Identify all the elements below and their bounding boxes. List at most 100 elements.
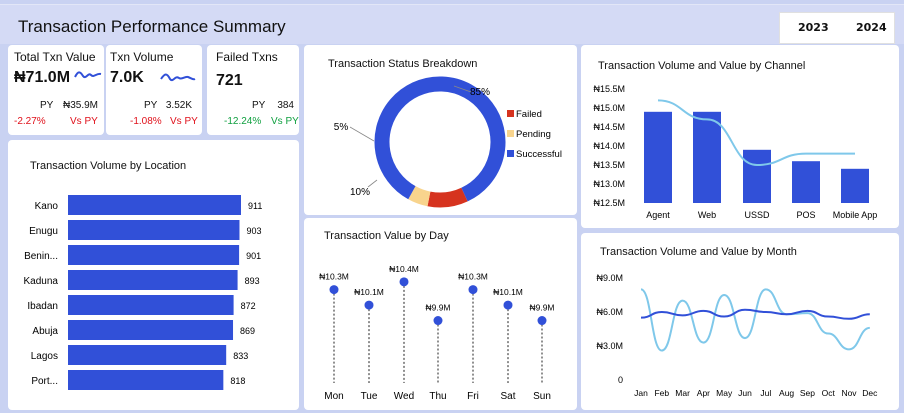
y-tick-label: ₦14.0M [593,141,625,151]
kpi-vs-label: Vs PY [170,116,198,127]
channel-chart-panel: Transaction Volume and Value by Channel … [581,45,899,228]
kpi-value: 7.0K [110,69,144,86]
kpi-change: -2.27% [14,116,46,127]
day-axis-label: Fri [467,391,479,402]
location-bar [68,195,241,215]
kpi-vs-label: Vs PY [70,116,98,127]
location-data-label: 893 [245,276,260,286]
day-axis-label: Sun [533,391,551,402]
page-title: Transaction Performance Summary [18,17,286,36]
kpi-vs-label: Vs PY [271,116,299,127]
legend-label: Failed [516,109,542,120]
leader-line [349,126,375,142]
channel-bar [841,168,869,203]
legend-label: Pending [516,129,551,140]
lollipop-data-label: ₦9.9M [425,303,450,313]
kpi-card-failed-txns: Failed Txns 721 PY 384 -12.24% Vs PY [207,45,299,135]
lollipop-point [433,316,443,326]
x-axis-label: Mar [675,388,690,398]
x-axis-label: Nov [841,388,857,398]
y-tick-label: ₦6.0M [596,307,623,317]
y-tick-label: ₦12.5M [593,198,625,208]
status-chart-panel: Transaction Status Breakdown 10% 5% 85% Fai… [304,45,577,215]
location-bar [68,270,238,290]
kpi-change: -12.24% [224,116,262,127]
location-bar [68,220,240,240]
location-label: Kaduna [24,276,59,287]
channel-bar [743,149,771,203]
status-donut-chart: 10% 5% 85% Failed Pending Successful [334,76,562,208]
month-line-chart: ₦9.0M ₦6.0M ₦3.0M 0 Jan Feb Mar Apr May Jun Jul Aug… [596,273,878,398]
location-label: Abuja [32,326,58,337]
lollipop-data-label: ₦10.4M [389,264,419,274]
kpi-py-label: PY [144,100,158,111]
kpi-label: Total Txn Value [14,50,96,64]
x-axis-label: USSD [744,210,770,220]
lollipop-point [537,316,547,326]
y-tick-label: ₦14.5M [593,122,625,132]
y-tick-label: ₦15.5M [593,84,625,94]
location-data-label: 901 [246,251,261,261]
kpi-py-value: ₦35.9M [62,100,98,111]
kpi-py-value: 384 [277,100,294,111]
x-axis-label: Jan [634,388,648,398]
x-axis-label: May [716,388,733,398]
header-bar: Transaction Performance Summary 2023 202… [0,4,904,44]
lollipop-data-label: ₦10.3M [319,272,349,282]
x-axis-label: POS [796,210,815,220]
channel-bar [792,161,820,203]
location-chart-panel: Transaction Volume by Location Kano 911 En… [8,140,299,410]
kpi-py-label: PY [252,100,266,111]
lollipop-data-label: ₦10.1M [493,287,523,297]
location-bar [68,370,224,390]
kpi-label: Txn Volume [110,50,174,64]
location-label: Port... [31,376,58,387]
lollipop-point [364,300,374,310]
channel-combo-chart: ₦15.5M ₦15.0M ₦14.5M ₦14.0M ₦13.5M ₦13.0M ₦12.… [593,84,878,220]
location-bar [68,345,227,365]
x-axis-label: Dec [862,388,878,398]
y-tick-label: ₦15.0M [593,103,625,113]
year-button-2023[interactable]: 2023 [798,21,829,34]
day-lollipop-chart: ₦10.3M Mon ₦10.1M Tue ₦10.4M Wed ₦9.9M Thu ₦10.3… [319,264,554,402]
year-button-2024[interactable]: 2024 [856,21,887,34]
location-data-label: 833 [233,351,248,361]
year-slicer: 2023 2024 [779,12,895,44]
legend-label: Successful [516,149,562,160]
x-axis-label: Apr [697,388,710,398]
x-axis-label: Web [698,210,716,220]
location-data-label: 872 [241,301,256,311]
lollipop-point [399,277,409,287]
y-tick-label: ₦13.5M [593,160,625,170]
day-chart-panel: Transaction Value by Day ₦10.3M Mon ₦10.1M… [304,218,577,410]
x-axis-label: Jul [760,388,771,398]
donut-slice [427,187,468,208]
kpi-value: 721 [216,72,243,89]
kpi-card-txn-volume: Txn Volume 7.0K PY 3.52K -1.08% Vs PY [106,45,202,135]
location-data-label: 869 [240,326,255,336]
x-axis-label: Jun [738,388,752,398]
location-data-label: 818 [230,376,245,386]
x-axis-label: Oct [822,388,836,398]
kpi-py-label: PY [40,100,54,111]
channel-bar [644,111,672,203]
location-label: Kano [35,201,59,212]
day-axis-label: Tue [361,391,378,402]
lollipop-data-label: ₦9.9M [529,303,554,313]
kpi-py-value: 3.52K [165,100,192,111]
donut-data-label: 85% [470,87,490,98]
location-label: Ibadan [27,301,58,312]
lollipop-data-label: ₦10.3M [458,272,488,282]
location-bar [68,320,234,340]
y-tick-label: ₦3.0M [596,341,623,351]
x-axis-label: Agent [646,210,670,220]
x-axis-label: Feb [654,388,669,398]
y-tick-label: ₦13.0M [593,179,625,189]
leader-line [367,179,378,188]
location-data-label: 911 [248,201,262,211]
x-axis-label: Mobile App [833,210,878,220]
donut-data-label: 5% [334,122,349,133]
location-bar [68,295,234,315]
day-axis-label: Mon [324,391,343,402]
kpi-value: ₦71.0M [14,69,71,86]
